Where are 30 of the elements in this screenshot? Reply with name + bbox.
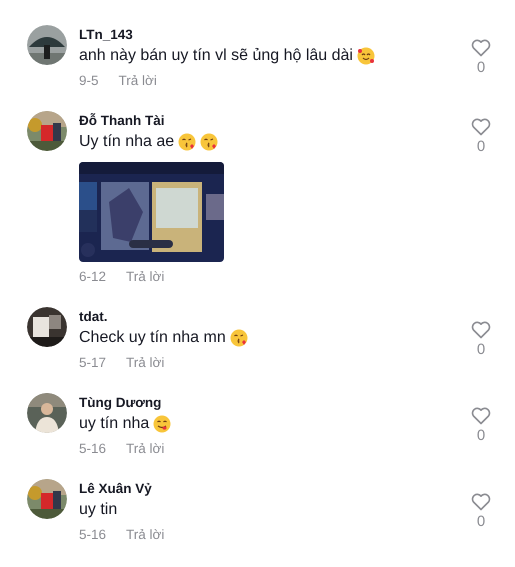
heart-icon[interactable] [471,39,491,57]
username[interactable]: Tùng Dương [79,394,456,412]
kissing-face-icon [178,133,196,151]
username[interactable]: Đỗ Thanh Tài [79,112,456,130]
username[interactable]: tdat. [79,308,456,326]
comment-date: 5-16 [79,526,106,544]
comment-text: Uy tín nha ae [79,132,174,152]
heart-icon[interactable] [471,321,491,339]
kissing-face-icon [200,133,218,151]
comment-date: 5-16 [79,440,106,458]
tongue-out-face-icon [153,415,172,433]
like-count: 0 [476,137,486,157]
comment-text: uy tin [79,500,118,520]
like-count: 0 [476,340,486,360]
comment-date: 9-5 [79,72,99,90]
username[interactable]: Lê Xuân Vỷ [79,480,456,498]
smiling-face-hearts-icon [356,47,375,65]
heart-icon[interactable] [471,493,491,511]
like-count: 0 [476,58,486,78]
heart-icon[interactable] [471,118,491,136]
username[interactable]: LTn_143 [79,26,456,44]
heart-icon[interactable] [471,407,491,425]
comment-date: 6-12 [79,268,106,286]
like-count: 0 [476,426,486,446]
like-count: 0 [476,512,486,532]
comment-text: uy tín nha [79,414,150,434]
comment-date: 5-17 [79,354,106,372]
kissing-face-icon [230,329,248,347]
comment-text: Check uy tín nha mn [79,328,226,348]
comment-text: anh này bán uy tín vl sẽ ủng hộ lâu dài [79,46,353,66]
